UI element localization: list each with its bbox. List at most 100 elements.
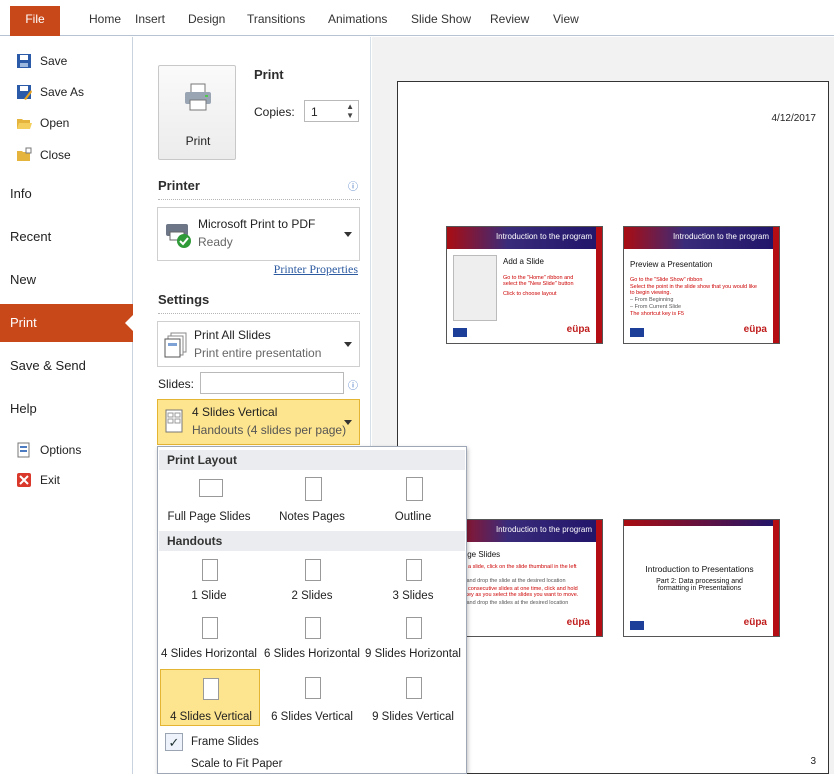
spin-up-icon[interactable]: ▲ <box>346 102 354 111</box>
handout-2-icon <box>305 559 321 581</box>
info-icon[interactable]: ⓘ <box>348 377 358 392</box>
handout-6v-icon <box>305 677 321 699</box>
backstage-nav: Save Save As Open Close Info Recent New … <box>0 37 134 774</box>
layout-title: 4 Slides Vertical <box>192 405 278 419</box>
scale-to-fit-option[interactable]: Scale to Fit Paper <box>159 755 465 774</box>
tab-file[interactable]: File <box>10 6 60 36</box>
options-icon <box>17 442 30 458</box>
print-range-title: Print All Slides <box>194 328 271 342</box>
slide-header: Introduction to the program <box>447 227 598 249</box>
printer-properties-link[interactable]: Printer Properties <box>274 262 358 277</box>
slide-bullet: Drag and drop the slide at the desired l… <box>453 578 566 584</box>
slide-bullet: Select the point in the slide show that … <box>630 284 757 296</box>
ribbon-tab-bar: File Home Insert Design Transitions Anim… <box>0 0 834 36</box>
nav-new-label: New <box>10 272 37 287</box>
nav-recent-label: Recent <box>10 229 52 244</box>
menu-notes-pages[interactable]: Notes Pages <box>262 477 362 529</box>
menu-item-label: Notes Pages <box>279 511 345 523</box>
print-range-dropdown[interactable]: Print All Slides Print entire presentati… <box>157 321 360 367</box>
layout-desc: Handouts (4 slides per page) <box>192 423 347 437</box>
tab-slide-show[interactable]: Slide Show <box>411 12 471 26</box>
menu-1-slide[interactable]: 1 Slide <box>159 557 259 603</box>
tab-design[interactable]: Design <box>188 12 225 26</box>
printer-icon <box>185 83 211 111</box>
slide-thumb: Introduction to the program Preview a Pr… <box>623 226 780 344</box>
copies-spinner[interactable]: 1 ▲ ▼ <box>304 100 359 122</box>
nav-print-label: Print <box>10 315 37 330</box>
slide-title: Introduction to Presentations <box>645 564 754 574</box>
layout-dropdown[interactable]: 4 Slides Vertical Handouts (4 slides per… <box>157 399 360 445</box>
spin-down-icon[interactable]: ▼ <box>346 111 354 120</box>
nav-help[interactable]: Help <box>0 390 133 428</box>
menu-item-label: 3 Slides <box>392 590 434 602</box>
menu-2-slides[interactable]: 2 Slides <box>262 557 362 603</box>
screenshot-thumb <box>453 255 497 321</box>
slide-side-strip <box>596 227 602 343</box>
slide-side-strip <box>596 520 602 636</box>
slide-side-strip <box>773 520 779 636</box>
menu-6-slides-vertical[interactable]: 6 Slides Vertical <box>262 669 362 726</box>
menu-3-slides[interactable]: 3 Slides <box>363 557 463 603</box>
printer-ready-icon <box>166 224 191 248</box>
menu-item-label: 9 Slides Vertical <box>372 711 454 723</box>
slide-bullet: Drag and drop the slides at the desired … <box>453 600 569 606</box>
tab-animations[interactable]: Animations <box>328 12 387 26</box>
menu-full-page-slides[interactable]: Full Page Slides <box>159 477 259 529</box>
nav-info[interactable]: Info <box>0 175 133 213</box>
slide-bullet: move consecutive slides at one time, cli… <box>453 586 579 598</box>
scale-to-fit-label: Scale to Fit Paper <box>191 758 283 770</box>
chevron-down-icon <box>344 420 352 425</box>
tab-insert[interactable]: Insert <box>135 12 165 26</box>
slide-bullet: Go to the "Slide Show" ribbon <box>630 277 703 283</box>
printer-dropdown[interactable]: Microsoft Print to PDF Ready <box>157 207 360 261</box>
print-button[interactable]: Print <box>158 65 236 160</box>
slides-input[interactable] <box>200 372 344 394</box>
menu-item-label: 2 Slides <box>291 590 333 602</box>
folder-close-icon <box>17 147 32 161</box>
menu-9-slides-vertical[interactable]: 9 Slides Vertical <box>363 669 463 726</box>
slide-title: Add a Slide <box>503 257 544 266</box>
eu-flag-icon <box>630 328 644 337</box>
frame-slides-option[interactable]: ✓ Frame Slides <box>159 731 465 753</box>
eupa-logo: eüpa <box>743 324 767 335</box>
handout-4-vertical-icon <box>165 409 183 433</box>
folder-open-icon <box>17 119 32 129</box>
slide-header-text: Introduction to the program <box>672 232 769 241</box>
menu-6-slides-horizontal[interactable]: 6 Slides Horizontal <box>262 615 362 661</box>
eu-flag-icon <box>630 621 644 630</box>
tab-review[interactable]: Review <box>490 12 529 26</box>
slide-bullet: – From Beginning <box>630 297 674 303</box>
menu-9-slides-horizontal[interactable]: 9 Slides Horizontal <box>363 615 463 661</box>
slide-thumb: Introduction to Presentations Part 2: Da… <box>623 519 780 637</box>
slide-header-text: Introduction to the program <box>495 525 592 534</box>
slide-bullet: The shortcut key is F5 <box>630 311 685 317</box>
nav-new[interactable]: New <box>0 261 133 299</box>
divider <box>158 199 360 200</box>
print-layout-header: Print Layout <box>159 450 465 470</box>
tab-home[interactable]: Home <box>89 12 121 26</box>
menu-item-label: 4 Slides Vertical <box>170 711 252 723</box>
printer-section-title: Printer <box>158 178 200 193</box>
copies-label: Copies: <box>254 105 295 119</box>
menu-outline[interactable]: Outline <box>363 477 463 529</box>
handouts-header: Handouts <box>159 531 465 551</box>
slide-bullet: Click to choose layout <box>503 291 557 297</box>
eupa-logo: eüpa <box>566 324 590 335</box>
slide-side-strip <box>773 227 779 343</box>
nav-save-send[interactable]: Save & Send <box>0 347 133 385</box>
info-icon[interactable]: ⓘ <box>348 178 358 193</box>
page-number: 3 <box>810 756 816 767</box>
menu-4-slides-vertical[interactable]: 4 Slides Vertical <box>160 669 260 726</box>
nav-recent[interactable]: Recent <box>0 218 133 256</box>
slide-bullet: Go to the "Home" ribbon and select the "… <box>503 275 574 287</box>
chevron-down-icon <box>344 342 352 347</box>
handout-3-icon <box>406 559 422 581</box>
menu-4-slides-horizontal[interactable]: 4 Slides Horizontal <box>159 615 259 661</box>
exit-icon <box>17 473 31 487</box>
tab-transitions[interactable]: Transitions <box>247 12 305 26</box>
nav-print[interactable]: Print <box>0 304 134 342</box>
nav-open-label: Open <box>40 116 70 130</box>
menu-item-label: Full Page Slides <box>167 511 251 523</box>
tab-view[interactable]: View <box>553 12 579 26</box>
print-range-desc: Print entire presentation <box>194 346 322 360</box>
